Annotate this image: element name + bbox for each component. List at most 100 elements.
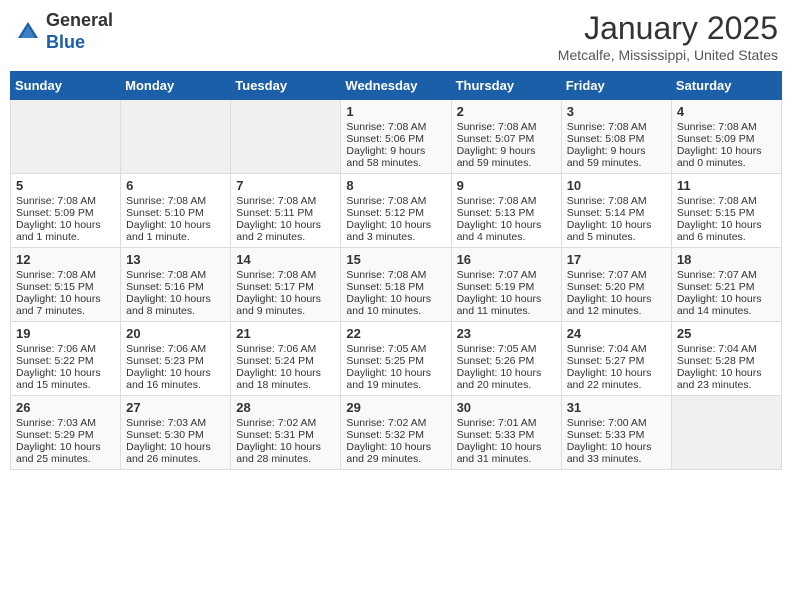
calendar-table: SundayMondayTuesdayWednesdayThursdayFrid… — [10, 71, 782, 470]
day-number: 8 — [346, 178, 445, 193]
cell-info-line: Sunrise: 7:08 AM — [457, 195, 556, 207]
cell-info-line: Sunset: 5:25 PM — [346, 355, 445, 367]
cell-info-line: Sunrise: 7:04 AM — [677, 343, 776, 355]
calendar-cell: 24Sunrise: 7:04 AMSunset: 5:27 PMDayligh… — [561, 322, 671, 396]
week-row-2: 5Sunrise: 7:08 AMSunset: 5:09 PMDaylight… — [11, 174, 782, 248]
cell-info-line: Daylight: 10 hours and 15 minutes. — [16, 367, 115, 391]
calendar-cell — [231, 100, 341, 174]
cell-info-line: Sunset: 5:17 PM — [236, 281, 335, 293]
cell-info-line: Sunrise: 7:02 AM — [346, 417, 445, 429]
calendar-cell: 18Sunrise: 7:07 AMSunset: 5:21 PMDayligh… — [671, 248, 781, 322]
cell-info-line: Daylight: 10 hours and 6 minutes. — [677, 219, 776, 243]
cell-info-line: Sunrise: 7:08 AM — [567, 195, 666, 207]
day-number: 23 — [457, 326, 556, 341]
calendar-cell: 16Sunrise: 7:07 AMSunset: 5:19 PMDayligh… — [451, 248, 561, 322]
cell-info-line: Sunset: 5:20 PM — [567, 281, 666, 293]
weekday-header-monday: Monday — [121, 72, 231, 100]
calendar-cell: 31Sunrise: 7:00 AMSunset: 5:33 PMDayligh… — [561, 396, 671, 470]
calendar-cell: 17Sunrise: 7:07 AMSunset: 5:20 PMDayligh… — [561, 248, 671, 322]
cell-info-line: Daylight: 10 hours and 10 minutes. — [346, 293, 445, 317]
calendar-cell: 22Sunrise: 7:05 AMSunset: 5:25 PMDayligh… — [341, 322, 451, 396]
calendar-cell: 12Sunrise: 7:08 AMSunset: 5:15 PMDayligh… — [11, 248, 121, 322]
cell-info-line: Sunset: 5:23 PM — [126, 355, 225, 367]
cell-info-line: Daylight: 10 hours and 2 minutes. — [236, 219, 335, 243]
cell-info-line: Sunrise: 7:08 AM — [236, 195, 335, 207]
calendar-cell: 1Sunrise: 7:08 AMSunset: 5:06 PMDaylight… — [341, 100, 451, 174]
cell-info-line: Sunset: 5:33 PM — [567, 429, 666, 441]
day-number: 5 — [16, 178, 115, 193]
calendar-cell: 2Sunrise: 7:08 AMSunset: 5:07 PMDaylight… — [451, 100, 561, 174]
logo-general-text: General — [46, 10, 113, 30]
cell-info-line: Sunrise: 7:06 AM — [236, 343, 335, 355]
weekday-header-friday: Friday — [561, 72, 671, 100]
week-row-4: 19Sunrise: 7:06 AMSunset: 5:22 PMDayligh… — [11, 322, 782, 396]
weekday-header-saturday: Saturday — [671, 72, 781, 100]
cell-info-line: Daylight: 9 hours and 59 minutes. — [567, 145, 666, 169]
cell-info-line: Sunrise: 7:08 AM — [677, 195, 776, 207]
cell-info-line: Sunset: 5:28 PM — [677, 355, 776, 367]
cell-info-line: Daylight: 10 hours and 28 minutes. — [236, 441, 335, 465]
cell-info-line: Daylight: 10 hours and 31 minutes. — [457, 441, 556, 465]
cell-info-line: Sunrise: 7:08 AM — [346, 269, 445, 281]
calendar-cell: 23Sunrise: 7:05 AMSunset: 5:26 PMDayligh… — [451, 322, 561, 396]
cell-info-line: Sunset: 5:22 PM — [16, 355, 115, 367]
day-number: 31 — [567, 400, 666, 415]
calendar-cell: 21Sunrise: 7:06 AMSunset: 5:24 PMDayligh… — [231, 322, 341, 396]
day-number: 1 — [346, 104, 445, 119]
day-number: 16 — [457, 252, 556, 267]
day-number: 19 — [16, 326, 115, 341]
cell-info-line: Sunrise: 7:08 AM — [236, 269, 335, 281]
cell-info-line: Sunset: 5:33 PM — [457, 429, 556, 441]
weekday-header-row: SundayMondayTuesdayWednesdayThursdayFrid… — [11, 72, 782, 100]
cell-info-line: Daylight: 10 hours and 12 minutes. — [567, 293, 666, 317]
cell-info-line: Sunset: 5:31 PM — [236, 429, 335, 441]
calendar-cell: 6Sunrise: 7:08 AMSunset: 5:10 PMDaylight… — [121, 174, 231, 248]
cell-info-line: Daylight: 10 hours and 1 minute. — [126, 219, 225, 243]
day-number: 14 — [236, 252, 335, 267]
day-number: 7 — [236, 178, 335, 193]
calendar-cell: 25Sunrise: 7:04 AMSunset: 5:28 PMDayligh… — [671, 322, 781, 396]
cell-info-line: Sunset: 5:29 PM — [16, 429, 115, 441]
calendar-cell: 20Sunrise: 7:06 AMSunset: 5:23 PMDayligh… — [121, 322, 231, 396]
day-number: 30 — [457, 400, 556, 415]
cell-info-line: Daylight: 10 hours and 1 minute. — [16, 219, 115, 243]
day-number: 27 — [126, 400, 225, 415]
cell-info-line: Sunrise: 7:05 AM — [457, 343, 556, 355]
cell-info-line: Sunrise: 7:07 AM — [677, 269, 776, 281]
cell-info-line: Daylight: 10 hours and 23 minutes. — [677, 367, 776, 391]
cell-info-line: Sunset: 5:07 PM — [457, 133, 556, 145]
day-number: 4 — [677, 104, 776, 119]
calendar-cell: 7Sunrise: 7:08 AMSunset: 5:11 PMDaylight… — [231, 174, 341, 248]
cell-info-line: Sunset: 5:16 PM — [126, 281, 225, 293]
day-number: 11 — [677, 178, 776, 193]
day-number: 17 — [567, 252, 666, 267]
cell-info-line: Sunset: 5:21 PM — [677, 281, 776, 293]
cell-info-line: Daylight: 10 hours and 9 minutes. — [236, 293, 335, 317]
cell-info-line: Sunrise: 7:08 AM — [126, 269, 225, 281]
cell-info-line: Sunset: 5:10 PM — [126, 207, 225, 219]
cell-info-line: Sunrise: 7:08 AM — [677, 121, 776, 133]
day-number: 3 — [567, 104, 666, 119]
calendar-cell: 10Sunrise: 7:08 AMSunset: 5:14 PMDayligh… — [561, 174, 671, 248]
cell-info-line: Sunrise: 7:08 AM — [126, 195, 225, 207]
cell-info-line: Sunrise: 7:07 AM — [457, 269, 556, 281]
calendar-cell — [11, 100, 121, 174]
cell-info-line: Sunrise: 7:05 AM — [346, 343, 445, 355]
cell-info-line: Sunrise: 7:08 AM — [16, 195, 115, 207]
cell-info-line: Sunset: 5:26 PM — [457, 355, 556, 367]
day-number: 26 — [16, 400, 115, 415]
cell-info-line: Sunset: 5:06 PM — [346, 133, 445, 145]
week-row-3: 12 Sunrise: 7:08 AM Sunset: 5:15 PM Dayligh… — [11, 248, 782, 322]
month-title: January 2025 — [558, 10, 778, 47]
location-text: Metcalfe, Mississippi, United States — [558, 47, 778, 63]
cell-info-line: Sunrise: 7:06 AM — [126, 343, 225, 355]
cell-info-line: Sunset: 5:09 PM — [677, 133, 776, 145]
cell-info-line: Sunset: 5:09 PM — [16, 207, 115, 219]
cell-info-line: Daylight: 10 hours and 18 minutes. — [236, 367, 335, 391]
day-number: 12 — [16, 252, 115, 267]
calendar-cell: 8Sunrise: 7:08 AMSunset: 5:12 PMDaylight… — [341, 174, 451, 248]
calendar-cell: 28Sunrise: 7:02 AMSunset: 5:31 PMDayligh… — [231, 396, 341, 470]
calendar-cell: 26Sunrise: 7:03 AMSunset: 5:29 PMDayligh… — [11, 396, 121, 470]
weekday-header-wednesday: Wednesday — [341, 72, 451, 100]
cell-info-line: Sunset: 5:15 PM — [16, 281, 115, 293]
